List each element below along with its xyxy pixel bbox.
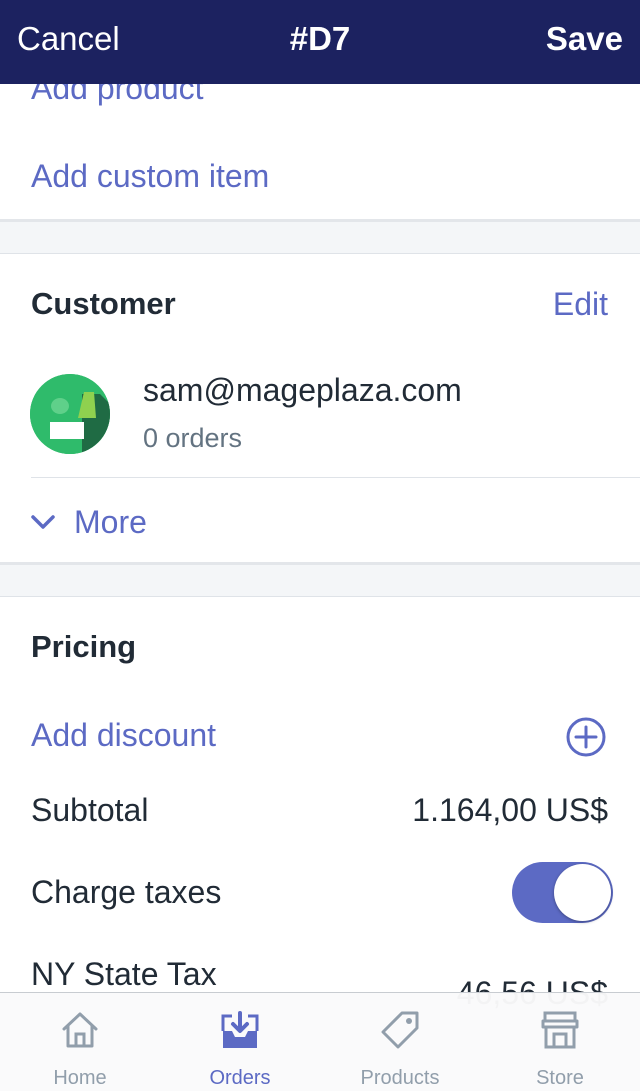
charge-taxes-toggle[interactable] bbox=[512, 862, 613, 923]
more-toggle[interactable]: More bbox=[30, 500, 147, 544]
top-nav-bar: Cancel #D7 Save bbox=[0, 0, 640, 84]
customer-avatar bbox=[30, 374, 110, 454]
tab-bar: Home Orders Products Store bbox=[0, 992, 640, 1091]
section-separator bbox=[0, 219, 640, 254]
tab-label: Store bbox=[536, 1067, 584, 1089]
store-icon bbox=[541, 1011, 579, 1049]
orders-icon bbox=[221, 1011, 259, 1048]
edit-customer-button[interactable]: Edit bbox=[553, 286, 608, 323]
customer-section-title: Customer bbox=[31, 286, 176, 321]
add-circle-icon[interactable] bbox=[565, 716, 607, 758]
avatar-icon bbox=[30, 374, 110, 454]
toggle-knob bbox=[554, 864, 611, 921]
charge-taxes-label: Charge taxes bbox=[31, 874, 222, 910]
tab-label: Home bbox=[53, 1067, 107, 1089]
tab-products[interactable]: Products bbox=[320, 993, 480, 1091]
tab-orders[interactable]: Orders bbox=[160, 993, 320, 1091]
chevron-down-icon bbox=[31, 515, 55, 529]
divider bbox=[31, 477, 640, 478]
save-button[interactable]: Save bbox=[546, 20, 623, 58]
tab-label: Orders bbox=[209, 1067, 271, 1089]
tab-label: Products bbox=[360, 1067, 440, 1089]
add-discount-link[interactable]: Add discount bbox=[31, 717, 216, 754]
tab-store[interactable]: Store bbox=[480, 993, 640, 1091]
cancel-button[interactable]: Cancel bbox=[17, 20, 120, 58]
home-icon bbox=[62, 1012, 98, 1048]
pricing-section-title: Pricing bbox=[31, 629, 137, 664]
tax-label: NY State Tax bbox=[31, 956, 217, 992]
subtotal-value: 1.164,00 US$ bbox=[412, 792, 608, 828]
add-custom-item-link[interactable]: Add custom item bbox=[31, 158, 269, 195]
customer-email: sam@mageplaza.com bbox=[143, 372, 462, 408]
customer-orders-count: 0 orders bbox=[143, 423, 243, 453]
tag-icon bbox=[381, 1011, 419, 1049]
subtotal-label: Subtotal bbox=[31, 792, 149, 828]
section-separator bbox=[0, 562, 640, 597]
tab-home[interactable]: Home bbox=[0, 993, 160, 1091]
more-label: More bbox=[74, 503, 147, 540]
